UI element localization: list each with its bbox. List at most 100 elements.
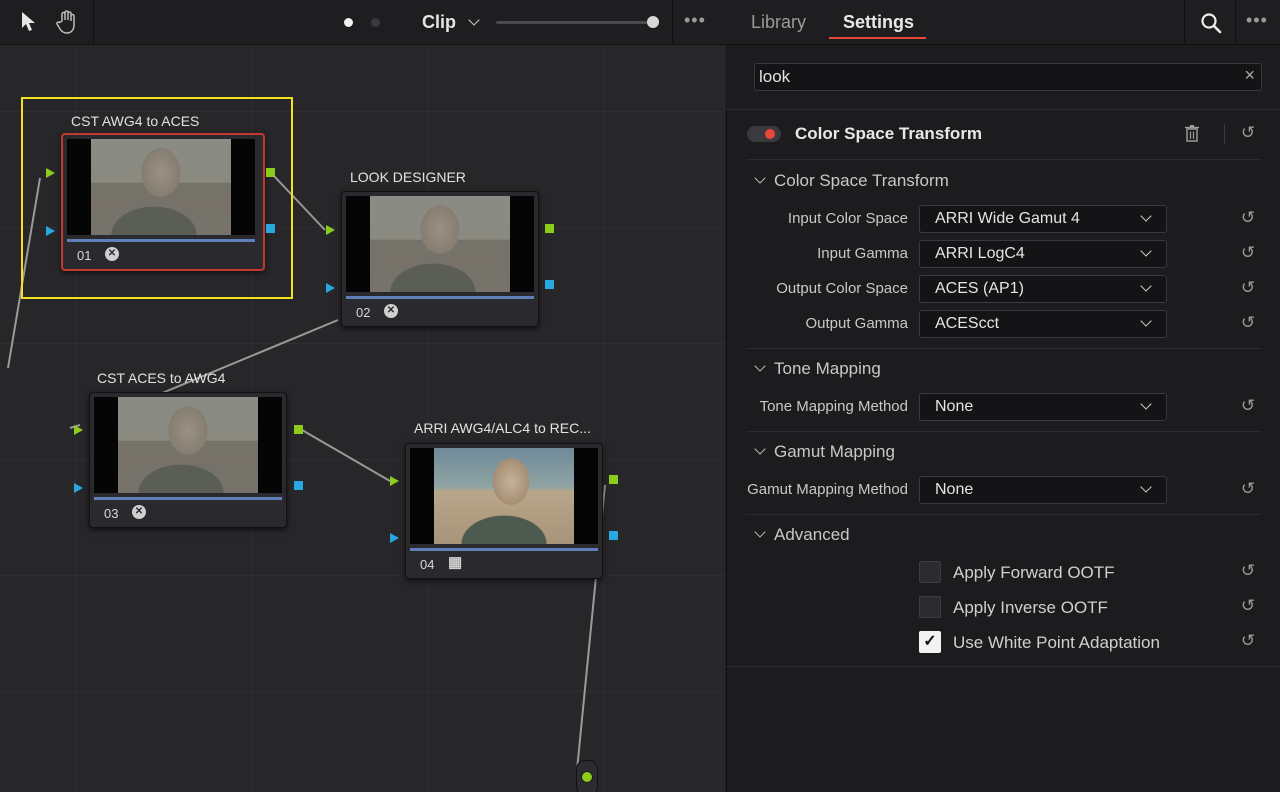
header-divider — [1184, 0, 1185, 44]
chevron-down-icon — [754, 526, 766, 538]
node-04-alpha-output[interactable] — [609, 531, 618, 540]
use-white-point-adaptation-checkbox[interactable]: ✓ — [919, 631, 941, 653]
node-01-alpha-input[interactable] — [46, 226, 55, 236]
chevron-down-icon — [1140, 315, 1152, 327]
search-input-value: look — [759, 67, 791, 86]
inspector-header: Library Settings ••• — [726, 0, 1280, 45]
use-white-point-adaptation-label: Use White Point Adaptation — [953, 633, 1160, 652]
resolvefx-icon: ✕ — [105, 247, 119, 261]
node-thumbnail — [410, 448, 598, 544]
chevron-down-icon — [754, 172, 766, 184]
apply-inverse-ootf-label: Apply Inverse OOTF — [953, 598, 1108, 617]
chevron-down-icon — [754, 360, 766, 372]
apply-forward-ootf-checkbox[interactable] — [919, 561, 941, 583]
reset-icon[interactable]: ↺ — [1239, 632, 1257, 650]
node-02-rgb-input[interactable] — [326, 225, 335, 235]
node-progress-bar — [94, 497, 282, 500]
lut-grid-icon: ▦ — [448, 554, 463, 571]
node-number: 04 — [420, 557, 435, 572]
effect-header-divider — [1224, 124, 1225, 144]
input-color-space-dropdown[interactable]: ARRI Wide Gamut 4 — [919, 205, 1167, 233]
node-03-label: CST ACES to AWG4 — [97, 370, 226, 386]
more-options-icon[interactable]: ••• — [1246, 10, 1268, 31]
node-03-alpha-output[interactable] — [294, 481, 303, 490]
output-color-space-dropdown[interactable]: ACES (AP1) — [919, 275, 1167, 303]
reset-icon[interactable]: ↺ — [1239, 597, 1257, 615]
node-number: 03 — [104, 506, 119, 521]
node-02[interactable]: 02 ✕ — [341, 191, 539, 327]
node-01-label: CST AWG4 to ACES — [71, 113, 200, 129]
output-gamma-label: Output Gamma — [805, 315, 908, 332]
section-color-space-transform[interactable]: Color Space Transform — [752, 171, 949, 191]
node-04-alpha-input[interactable] — [390, 533, 399, 543]
chevron-down-icon — [1140, 280, 1152, 292]
tone-mapping-method-dropdown[interactable]: None — [919, 393, 1167, 421]
apply-inverse-ootf-checkbox[interactable] — [919, 596, 941, 618]
resolvefx-icon: ✕ — [384, 304, 398, 318]
node-04-rgb-output[interactable] — [609, 475, 618, 484]
section-divider — [746, 514, 1261, 515]
node-01-alpha-output[interactable] — [266, 224, 275, 233]
node-02-rgb-output[interactable] — [545, 224, 554, 233]
node-04-rgb-input[interactable] — [390, 476, 399, 486]
node-editor-panel: Clip ••• CST AWG4 to ACES 01 ✕ LOOK DESI… — [0, 0, 725, 792]
node-03-alpha-input[interactable] — [74, 483, 83, 493]
reset-icon[interactable]: ↺ — [1239, 397, 1257, 415]
section-divider — [746, 159, 1261, 160]
node-01-rgb-input[interactable] — [46, 168, 55, 178]
reset-icon[interactable]: ↺ — [1239, 209, 1257, 227]
node-03-rgb-input[interactable] — [74, 425, 83, 435]
section-advanced[interactable]: Advanced — [752, 525, 850, 545]
tone-mapping-method-label: Tone Mapping Method — [759, 398, 908, 415]
search-icon[interactable] — [1200, 12, 1222, 34]
input-color-space-label: Input Color Space — [787, 210, 908, 227]
panel-bottom-divider — [726, 666, 1280, 667]
section-title: Color Space Transform — [774, 171, 949, 190]
resolvefx-icon: ✕ — [132, 505, 146, 519]
dropdown-value: None — [935, 481, 974, 498]
reset-icon[interactable]: ↺ — [1239, 279, 1257, 297]
node-thumbnail — [67, 139, 255, 235]
node-04-label: ARRI AWG4/ALC4 to REC... — [414, 420, 591, 436]
dropdown-value: None — [935, 398, 974, 415]
chevron-down-icon — [1140, 245, 1152, 257]
section-title: Gamut Mapping — [774, 442, 895, 461]
output-gamma-dropdown[interactable]: ACEScct — [919, 310, 1167, 338]
input-gamma-dropdown[interactable]: ARRI LogC4 — [919, 240, 1167, 268]
reset-icon[interactable]: ↺ — [1239, 314, 1257, 332]
reset-icon[interactable]: ↺ — [1239, 480, 1257, 498]
apply-forward-ootf-label: Apply Forward OOTF — [953, 563, 1115, 582]
node-thumbnail — [346, 196, 534, 292]
tab-library[interactable]: Library — [751, 12, 806, 33]
node-number: 01 — [77, 248, 92, 263]
search-input[interactable]: look × — [754, 63, 1262, 91]
dropdown-value: ARRI Wide Gamut 4 — [935, 210, 1080, 227]
node-01-rgb-output[interactable] — [266, 168, 275, 177]
section-title: Advanced — [774, 525, 850, 544]
node-02-alpha-input[interactable] — [326, 283, 335, 293]
tab-settings[interactable]: Settings — [843, 12, 914, 33]
output-port-icon — [581, 771, 593, 783]
output-node[interactable] — [576, 760, 598, 792]
node-04[interactable]: 04 ▦ — [405, 443, 603, 579]
clear-search-icon[interactable]: × — [1244, 65, 1255, 86]
input-gamma-label: Input Gamma — [817, 245, 908, 262]
gamut-mapping-method-dropdown[interactable]: None — [919, 476, 1167, 504]
node-progress-bar — [410, 548, 598, 551]
chevron-down-icon — [1140, 481, 1152, 493]
node-03-rgb-output[interactable] — [294, 425, 303, 434]
toggle-knob — [765, 129, 775, 139]
section-gamut-mapping[interactable]: Gamut Mapping — [752, 442, 895, 462]
node-02-alpha-output[interactable] — [545, 280, 554, 289]
reset-icon[interactable]: ↺ — [1239, 244, 1257, 262]
section-divider — [746, 431, 1261, 432]
node-03[interactable]: 03 ✕ — [89, 392, 287, 528]
effect-enable-toggle[interactable] — [747, 126, 781, 142]
section-tone-mapping[interactable]: Tone Mapping — [752, 359, 881, 379]
node-01[interactable]: 01 ✕ — [61, 133, 265, 271]
reset-effect-icon[interactable]: ↺ — [1239, 124, 1257, 142]
dropdown-value: ACES (AP1) — [935, 280, 1024, 297]
reset-icon[interactable]: ↺ — [1239, 562, 1257, 580]
active-tab-indicator — [829, 37, 926, 39]
trash-icon[interactable] — [1184, 124, 1202, 144]
